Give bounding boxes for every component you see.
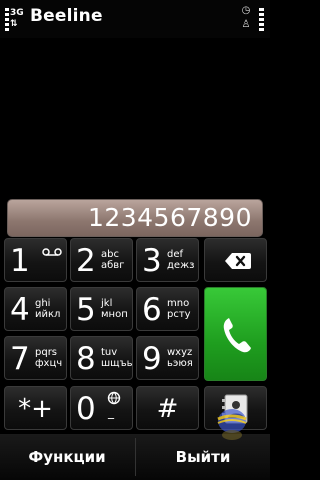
key-0[interactable]: 0 _: [70, 386, 133, 430]
key-hash[interactable]: #: [136, 386, 199, 430]
key-letters-cyrillic: рсту: [167, 309, 191, 320]
network-indicator: 3G ⇅: [10, 9, 24, 29]
key-1[interactable]: 1: [4, 238, 67, 282]
clock-icon: ◷: [241, 5, 251, 16]
key-letters-latin: wxyz: [167, 347, 193, 358]
key-digit: 9: [142, 341, 162, 377]
key-4[interactable]: 4 ghi ийкл: [4, 287, 67, 331]
key-letters-latin: mno: [167, 298, 190, 309]
call-button[interactable]: [204, 287, 267, 381]
status-bar: 3G ⇅ Beeline ◷ ♙: [0, 0, 270, 38]
key-letters-cyrillic: ьэюя: [167, 358, 193, 369]
key-2[interactable]: 2 abc абвг: [70, 238, 133, 282]
watermark-logo: [217, 409, 247, 440]
key-digit: 0: [76, 391, 96, 427]
backspace-icon: [225, 253, 251, 269]
voicemail-icon: [42, 248, 62, 256]
key-letters-cyrillic: ийкл: [35, 309, 61, 320]
key-3[interactable]: 3 def дежз: [136, 238, 199, 282]
signal-strength-icon: [5, 8, 9, 36]
key-letters-latin: jkl: [101, 298, 113, 309]
key-symbol: #: [156, 394, 179, 424]
key-letters-latin: def: [167, 249, 184, 260]
network-type: 3G: [10, 8, 24, 18]
key-letters-latin: pqrs: [35, 347, 58, 358]
key-letters-cyrillic: фхцч: [35, 358, 63, 369]
key-letters-latin: tuv: [101, 347, 118, 358]
key-digit: 1: [10, 243, 30, 279]
key-letters-cyrillic: абвг: [101, 260, 125, 271]
status-icons: ◷ ♙: [238, 4, 254, 34]
key-8[interactable]: 8 tuv шщъы: [70, 336, 133, 380]
backspace-button[interactable]: [204, 238, 267, 282]
key-letters-latin: abc: [101, 249, 119, 260]
key-space-symbol: _: [108, 405, 114, 419]
battery-icon: [259, 8, 264, 36]
key-digit: 7: [10, 341, 30, 377]
options-softkey[interactable]: Функции: [0, 434, 134, 480]
operator-name: Beeline: [30, 6, 103, 26]
key-letters-latin: ghi: [35, 298, 51, 309]
number-display[interactable]: 1234567890: [7, 199, 263, 237]
key-digit: 5: [76, 292, 96, 328]
key-star-plus[interactable]: *+: [4, 386, 67, 430]
key-letters-cyrillic: дежз: [167, 260, 195, 271]
key-symbol: *+: [18, 394, 53, 424]
globe-icon: [107, 391, 121, 405]
person-icon: ♙: [241, 19, 251, 30]
dialed-number: 1234567890: [87, 203, 252, 232]
data-transfer-icon: ⇅: [10, 19, 18, 29]
key-digit: 3: [142, 243, 162, 279]
key-9[interactable]: 9 wxyz ьэюя: [136, 336, 199, 380]
key-digit: 4: [10, 292, 30, 328]
key-digit: 6: [142, 292, 162, 328]
key-7[interactable]: 7 pqrs фхцч: [4, 336, 67, 380]
key-letters-cyrillic: мноп: [101, 309, 128, 320]
key-digit: 8: [76, 341, 96, 377]
key-digit: 2: [76, 243, 96, 279]
key-letters-cyrillic: шщъы: [101, 358, 133, 369]
key-6[interactable]: 6 mno рсту: [136, 287, 199, 331]
key-5[interactable]: 5 jkl мноп: [70, 287, 133, 331]
phone-call-icon: [223, 318, 251, 353]
